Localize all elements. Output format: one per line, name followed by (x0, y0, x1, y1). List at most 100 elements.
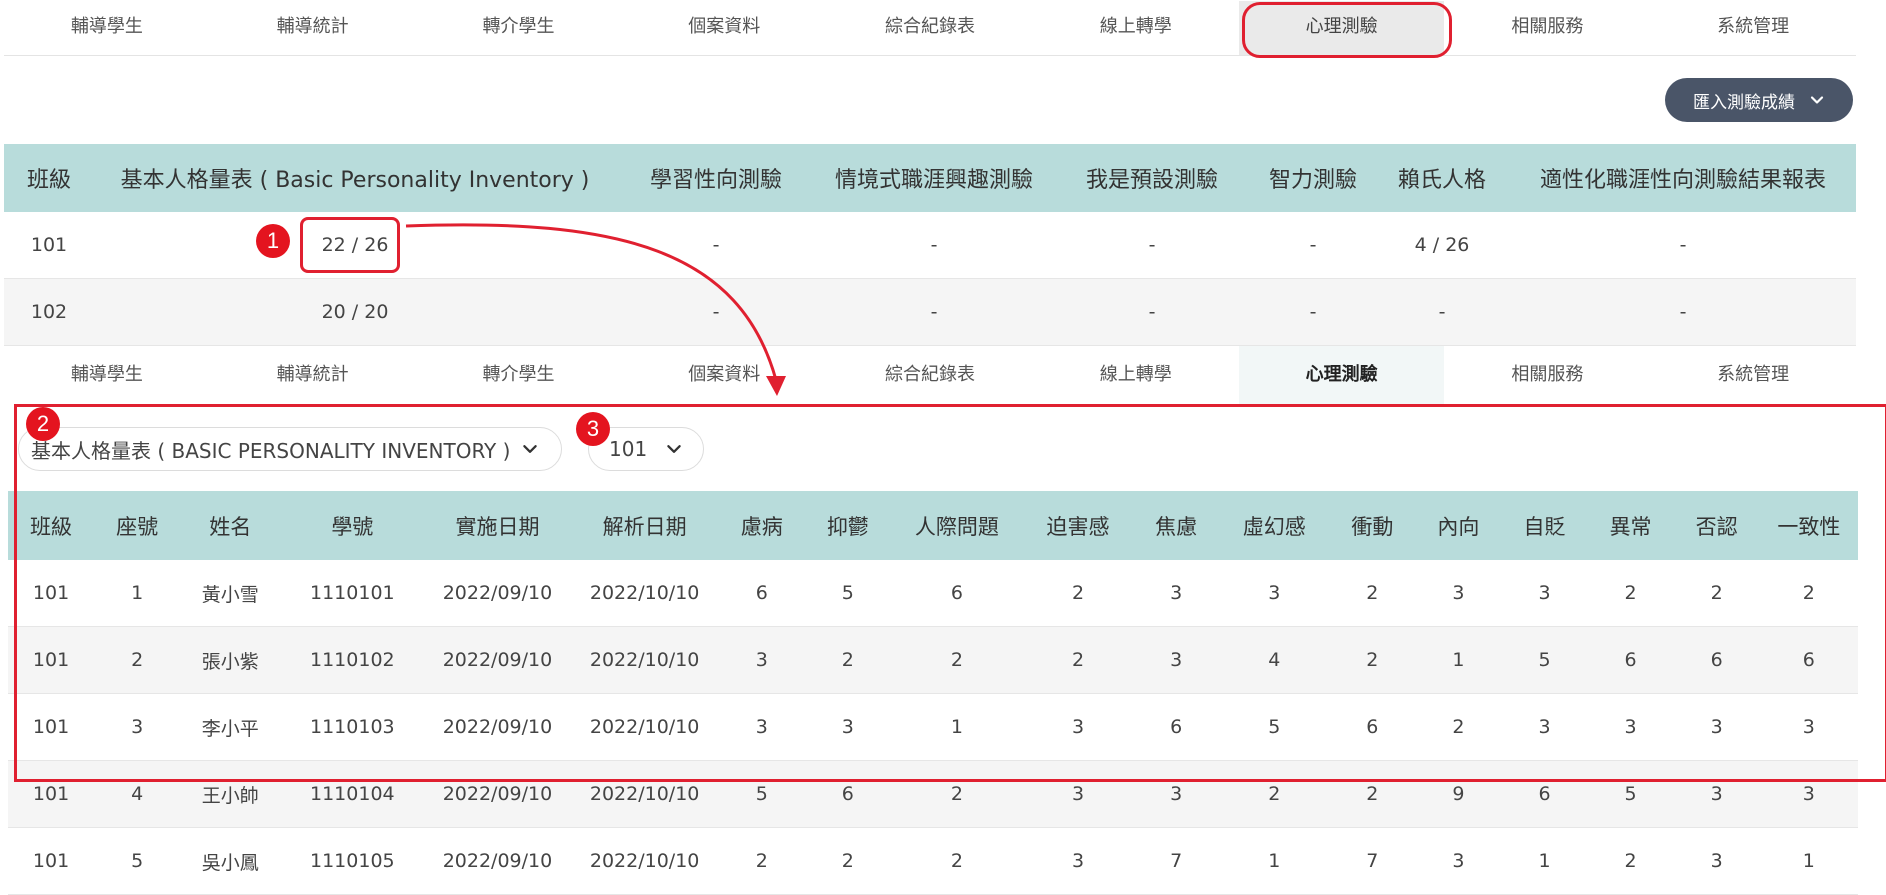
tab-psych-test[interactable]: 心理測驗 (1238, 346, 1445, 404)
table-cell: 李小平 (180, 693, 281, 761)
table-cell: 3 (718, 626, 805, 694)
table-cell: 1 (1219, 827, 1330, 895)
chevron-down-icon (523, 445, 537, 453)
tab-counseling-students[interactable]: 輔導學生 (4, 346, 210, 404)
table-cell: 6 (1587, 626, 1674, 694)
cell-value: - (1510, 212, 1856, 279)
tab-comprehensive-record[interactable]: 綜合紀錄表 (827, 346, 1033, 404)
table-cell: 5 (94, 827, 181, 895)
table-cell: 6 (1329, 693, 1416, 761)
secondary-nav: 輔導學生 輔導統計 轉介學生 個案資料 綜合紀錄表 線上轉學 心理測驗 相關服務… (4, 346, 1856, 404)
header-iq-test: 智力測驗 (1252, 144, 1374, 212)
table-cell: 5 (1219, 693, 1330, 761)
tab-online-transfer[interactable]: 線上轉學 (1033, 1, 1239, 55)
table-cell: 6 (1133, 693, 1220, 761)
header-denial: 否認 (1673, 491, 1760, 560)
header-career-report: 適性化職涯性向測驗結果報表 (1510, 144, 1856, 212)
detail-table: 班級 座號 姓名 學號 實施日期 解析日期 慮病 抑鬱 人際問題 迫害感 焦慮 … (8, 491, 1858, 895)
chevron-down-icon (667, 445, 681, 453)
header-bpi: 基本人格量表 ( Basic Personality Inventory ) (94, 144, 616, 212)
class-value: 101 (609, 437, 648, 461)
cell-value: - (616, 212, 816, 279)
table-cell: 3 (1415, 827, 1502, 895)
cell-lai-count[interactable]: 4 / 26 (1374, 212, 1510, 279)
table-cell: 2022/09/10 (424, 827, 571, 895)
tab-case-data[interactable]: 個案資料 (621, 1, 827, 55)
tab-system-admin[interactable]: 系統管理 (1650, 346, 1856, 404)
tab-psych-test[interactable]: 心理測驗 (1238, 1, 1445, 55)
table-cell: 3 (1133, 560, 1220, 627)
tab-counseling-students[interactable]: 輔導學生 (4, 1, 210, 55)
header-depression: 抑鬱 (804, 491, 891, 560)
header-lai-personality: 賴氏人格 (1374, 144, 1510, 212)
header-analysis-date: 解析日期 (570, 491, 719, 560)
cell-class: 102 (4, 278, 94, 346)
header-default-test: 我是預設測驗 (1052, 144, 1252, 212)
header-introversion: 內向 (1415, 491, 1502, 560)
table-cell: 2 (804, 626, 891, 694)
table-row[interactable]: 101 2 張小紫 1110102 2022/09/10 2022/10/10 3 2 2 2 3 4… (8, 626, 1858, 694)
header-class: 班級 (8, 491, 95, 560)
table-row[interactable]: 101 5 吳小鳳 1110105 2022/09/10 2022/10/10 2 2 2 3 7 1… (8, 827, 1858, 895)
cell-bpi-count[interactable]: 20 / 20 (94, 278, 616, 346)
header-hypochondria: 慮病 (718, 491, 805, 560)
cell-bpi-count[interactable]: 22 / 26 (94, 212, 616, 279)
table-cell: 1 (890, 693, 1023, 761)
tab-referral-students[interactable]: 轉介學生 (416, 346, 622, 404)
table-cell: 3 (1673, 693, 1760, 761)
table-cell: 6 (804, 760, 891, 828)
table-cell: 4 (94, 760, 181, 828)
summary-header-row: 班級 基本人格量表 ( Basic Personality Inventory … (4, 144, 1856, 212)
table-cell: 1110103 (280, 693, 425, 761)
table-row[interactable]: 101 4 王小帥 1110104 2022/09/10 2022/10/10 5 6 2 3 3 2… (8, 760, 1858, 828)
tab-counseling-stats[interactable]: 輔導統計 (210, 1, 416, 55)
import-scores-button[interactable]: 匯入測驗成績 (1665, 78, 1853, 122)
table-cell: 2 (1023, 560, 1134, 627)
tab-comprehensive-record[interactable]: 綜合紀錄表 (827, 1, 1033, 55)
table-cell: 1 (94, 560, 181, 627)
table-cell: 7 (1133, 827, 1220, 895)
table-cell: 1 (1759, 827, 1858, 895)
tab-referral-students[interactable]: 轉介學生 (416, 1, 622, 55)
tab-counseling-stats[interactable]: 輔導統計 (210, 346, 416, 404)
table-cell: 3 (1133, 760, 1220, 828)
tab-system-admin[interactable]: 系統管理 (1650, 1, 1856, 55)
tab-online-transfer[interactable]: 線上轉學 (1033, 346, 1239, 404)
table-cell: 2 (804, 827, 891, 895)
table-cell: 6 (1759, 626, 1858, 694)
table-cell: 1 (1501, 827, 1588, 895)
table-cell: 101 (8, 693, 95, 761)
table-cell: 2 (1587, 560, 1674, 627)
test-type-select[interactable]: 基本人格量表 ( BASIC PERSONALITY INVENTORY ) (18, 427, 562, 471)
header-class: 班級 (4, 144, 94, 212)
test-type-value: 基本人格量表 ( BASIC PERSONALITY INVENTORY ) (31, 438, 511, 463)
table-cell: 2 (1587, 827, 1674, 895)
table-cell: 3 (718, 693, 805, 761)
table-cell: 2 (1415, 693, 1502, 761)
table-cell: 3 (1415, 560, 1502, 627)
table-cell: 3 (1673, 827, 1760, 895)
table-cell: 3 (1673, 760, 1760, 828)
table-cell: 3 (804, 693, 891, 761)
table-cell: 2 (94, 626, 181, 694)
table-row[interactable]: 101 1 黃小雪 1110101 2022/09/10 2022/10/10 6 5 6 2 3 3… (8, 560, 1858, 627)
table-cell: 2022/09/10 (424, 693, 571, 761)
annotation-badge-3: 3 (576, 412, 610, 446)
table-cell: 6 (718, 560, 805, 627)
table-cell: 吳小鳳 (180, 827, 281, 895)
table-cell: 2 (890, 626, 1023, 694)
table-row[interactable]: 101 3 李小平 1110103 2022/09/10 2022/10/10 3 3 1 3 6 5… (8, 693, 1858, 761)
table-cell: 101 (8, 626, 95, 694)
tab-related-services[interactable]: 相關服務 (1444, 346, 1650, 404)
header-seat: 座號 (94, 491, 181, 560)
header-interpersonal: 人際問題 (890, 491, 1023, 560)
table-cell: 1110105 (280, 827, 425, 895)
table-cell: 2022/10/10 (570, 760, 719, 828)
tab-related-services[interactable]: 相關服務 (1444, 1, 1650, 55)
chevron-down-icon (1810, 96, 1824, 104)
header-impulsivity: 衝動 (1329, 491, 1416, 560)
table-cell: 張小紫 (180, 626, 281, 694)
tab-case-data[interactable]: 個案資料 (621, 346, 827, 404)
table-cell: 3 (1759, 693, 1858, 761)
table-cell: 2 (1329, 560, 1416, 627)
